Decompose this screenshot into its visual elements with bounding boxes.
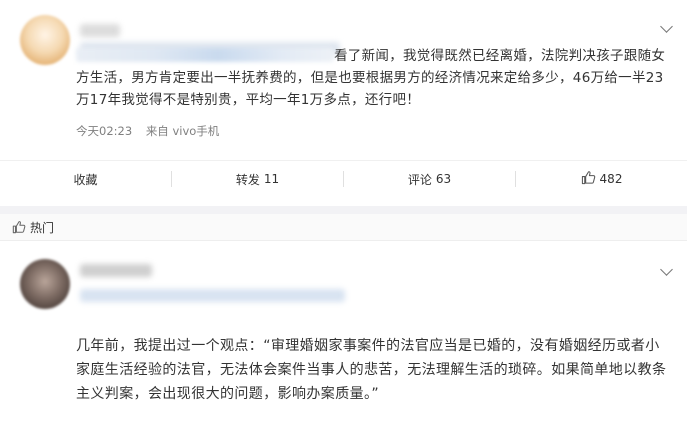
favorite-label: 收藏 [73,172,98,187]
post-text: 看了新闻，我觉得既然已经离婚，法院判决孩子跟随女方生活，男方肯定要出一半抚养费的… [76,45,671,111]
section-gap [0,206,687,214]
chevron-down-icon[interactable] [660,20,673,33]
repost-count: 11 [263,172,280,186]
hot-comments-header: 热门 [0,214,687,241]
action-bar: 收藏 转发 11 评论 63 482 [0,162,687,196]
like-button[interactable]: 482 [516,162,687,196]
post-source: 来自 vivo手机 [145,124,220,138]
blurred-username[interactable] [80,264,152,277]
hot-label: 热门 [30,221,55,235]
divider [0,160,687,161]
comment-label: 评论 [407,172,432,187]
blurred-mention[interactable] [76,48,334,62]
blurred-user-info [80,289,345,302]
repost-label: 转发 [235,172,260,187]
repost-button[interactable]: 转发 11 [172,162,343,196]
favorite-button[interactable]: 收藏 [0,162,171,196]
post-card: 看了新闻，我觉得既然已经离婚，法院判决孩子跟随女方生活，男方肯定要出一半抚养费的… [0,0,687,206]
post-time[interactable]: 今天02:23 [76,124,132,138]
comment-count: 63 [435,172,452,186]
like-count: 482 [599,172,623,186]
thumbs-up-icon [581,170,596,188]
comment-button[interactable]: 评论 63 [344,162,515,196]
avatar[interactable] [20,259,70,309]
avatar[interactable] [20,15,70,65]
comment-text: 几年前，我提出过一个观点：“审理婚姻家事案件的法官应当是已婚的，没有婚姻经历或者… [76,338,667,402]
blurred-username[interactable] [80,24,120,37]
thumbs-up-icon [12,219,26,234]
post-meta: 今天02:23 来自 vivo手机 [76,123,219,139]
chevron-down-icon[interactable] [660,263,673,276]
